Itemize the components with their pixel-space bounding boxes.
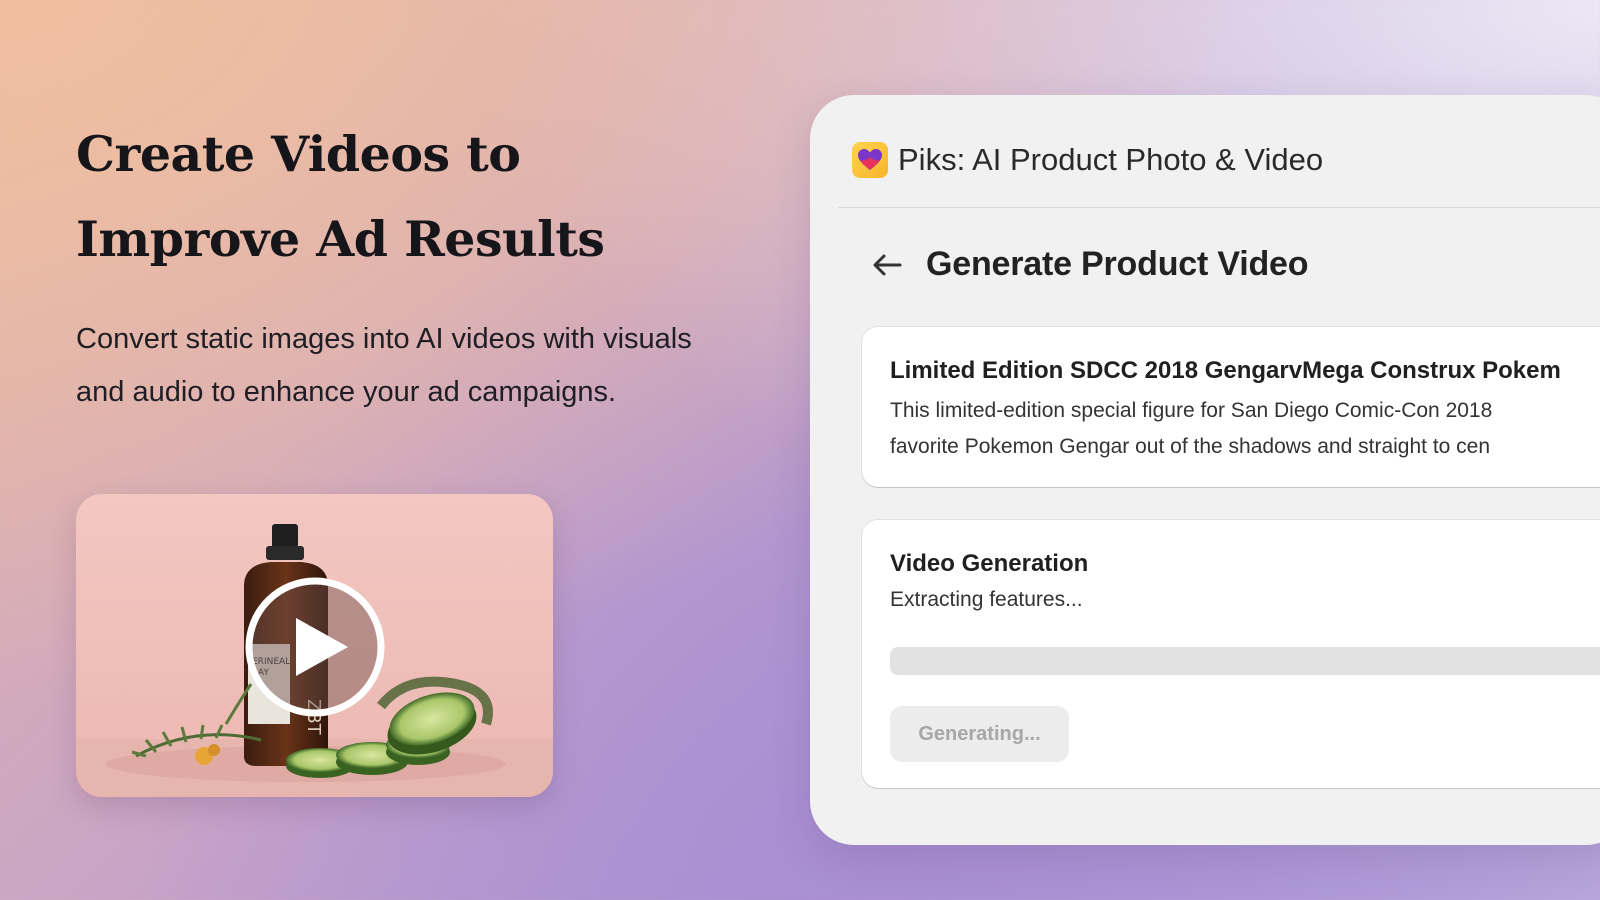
app-header: Piks: AI Product Photo & Video [852, 142, 1323, 178]
app-logo [852, 142, 888, 178]
video-thumbnail[interactable]: ERINEAL RAY ZBT [76, 494, 553, 797]
back-button[interactable] [870, 248, 904, 282]
play-button[interactable] [244, 576, 386, 718]
product-description-line1: This limited-edition special figure for … [890, 399, 1493, 422]
video-generation-card: Video Generation Extracting features... … [862, 520, 1600, 788]
hero-title-line1: Create Videos to [76, 125, 521, 183]
app-window: Piks: AI Product Photo & Video Generate … [810, 95, 1600, 845]
progress-bar [890, 647, 1600, 675]
hero-title-line2: Improve Ad Results [76, 210, 605, 268]
heart-icon [858, 149, 882, 170]
hero-subtitle: Convert static images into AI videos wit… [76, 313, 776, 419]
play-icon [245, 577, 385, 717]
generation-status: Extracting features... [890, 588, 1083, 611]
video-generation-heading: Video Generation [890, 550, 1089, 577]
hero-title: Create Videos to Improve Ad Results [76, 112, 716, 282]
product-card: Limited Edition SDCC 2018 GengarvMega Co… [862, 327, 1600, 487]
app-title: Piks: AI Product Photo & Video [898, 142, 1324, 177]
hero-subtitle-line1: Convert static images into AI videos wit… [76, 323, 692, 355]
page-title: Generate Product Video [926, 245, 1309, 283]
header-divider [838, 207, 1600, 208]
generating-button[interactable]: Generating... [890, 706, 1069, 762]
product-description: This limited-edition special figure for … [890, 393, 1492, 465]
page-heading: Generate Product Video [870, 245, 1309, 284]
hero-subtitle-line2: and audio to enhance your ad campaigns. [76, 376, 617, 408]
product-name: Limited Edition SDCC 2018 GengarvMega Co… [890, 357, 1561, 384]
product-description-line2: favorite Pokemon Gengar out of the shado… [890, 435, 1491, 458]
arrow-left-icon [873, 254, 902, 275]
